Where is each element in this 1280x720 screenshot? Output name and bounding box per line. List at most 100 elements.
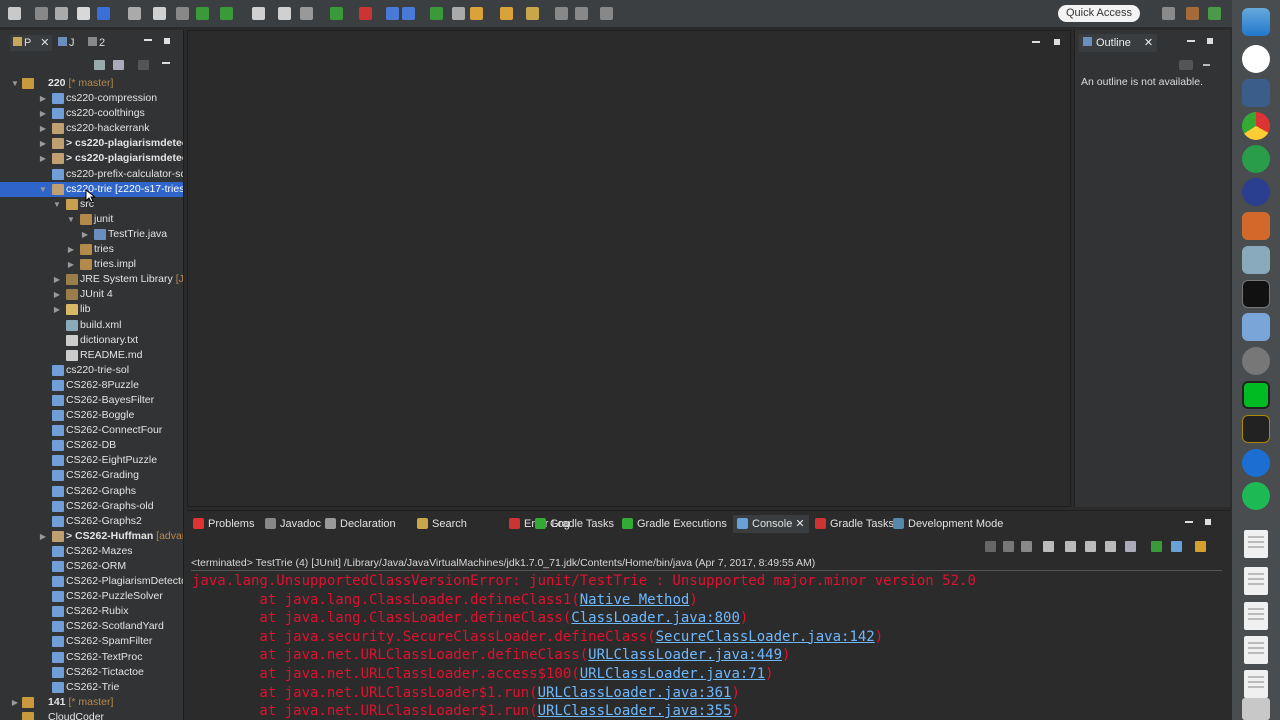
system-info-icon[interactable] [1242,313,1270,341]
tree-item[interactable]: CS262-TextProc [0,650,183,665]
tree-item[interactable]: cs220-prefix-calculator-sc [0,167,183,182]
chrome-icon[interactable] [1242,112,1270,140]
tab-javadoc[interactable]: Javadoc [265,515,321,533]
chevron-right-icon[interactable]: ▶ [38,91,48,106]
tree-item[interactable]: cs220-trie-sol [0,363,183,378]
chevron-right-icon[interactable]: ▶ [38,136,48,151]
tree-item[interactable]: ▼ junit [0,212,183,227]
tree-item[interactable]: CS262-Graphs2 [0,514,183,529]
console-tool-icon[interactable] [1171,541,1182,552]
tree-item[interactable]: CS262-Graphs-old [0,499,183,514]
console-tool-icon[interactable] [1105,541,1116,552]
maximize-icon[interactable] [1205,519,1211,525]
tree-item[interactable]: CS262-BayesFilter [0,393,183,408]
editor-area[interactable] [187,30,1071,507]
maximize-icon[interactable] [1207,38,1213,44]
tab-console[interactable]: Console ✕ [733,515,809,533]
toolbar-tool-icon[interactable] [330,7,343,20]
console-output[interactable]: java.lang.UnsupportedClassVersionError: … [192,572,976,720]
console-tool-icon[interactable] [1065,541,1076,552]
toolbar-tool-icon[interactable] [252,7,265,20]
chevron-right-icon[interactable]: ▶ [10,695,20,710]
document-icon[interactable] [1244,636,1268,664]
tree-item[interactable]: CS262-8Puzzle [0,378,183,393]
tab-gradle-tasks[interactable]: Gradle Tasks [815,515,894,533]
tree-item[interactable]: ▼ 220 [* master] [0,76,183,91]
toolbar-tool-icon[interactable] [176,7,189,20]
preview-icon[interactable] [1242,246,1270,274]
tree-item[interactable]: ▶ cs220-coolthings [0,106,183,121]
toolbar-tool-icon[interactable] [430,7,443,20]
console-tool-icon[interactable] [1043,541,1054,552]
tree-item[interactable]: ▶ lib [0,302,183,317]
tab-junit[interactable]: J [58,35,75,51]
document-icon[interactable] [1244,567,1268,595]
activity-monitor-icon[interactable] [1242,381,1270,409]
console-tool-icon[interactable] [1125,541,1136,552]
toolbar-tool-icon[interactable] [35,7,48,20]
toolbar-tool-icon[interactable] [128,7,141,20]
source-link[interactable]: SecureClassLoader.java:142 [656,629,875,645]
chevron-right-icon[interactable]: ▶ [52,302,62,317]
toolbar-tool-icon[interactable] [555,7,568,20]
tree-item[interactable]: CS262-ScotlandYard [0,619,183,634]
toolbar-tool-icon[interactable] [300,7,313,20]
tree-item[interactable]: ▶ cs220-hackerrank [0,121,183,136]
chevron-right-icon[interactable]: ▶ [52,287,62,302]
link-editor-icon[interactable] [113,60,124,70]
atom-icon[interactable] [1242,145,1270,173]
view-menu-icon[interactable] [162,62,170,64]
tab-gradle-tasks[interactable]: Gradle Tasks [535,515,614,533]
minimize-icon[interactable] [1032,41,1040,43]
source-link[interactable]: Native Method [580,592,690,608]
toolbar-tool-icon[interactable] [77,7,90,20]
tree-item[interactable]: CS262-PlagiarismDetector [0,574,183,589]
toolbar-tool-icon[interactable] [278,7,291,20]
tree-item[interactable]: CloudCoder [0,710,183,720]
toolbar-tool-icon[interactable] [359,7,372,20]
chevron-right-icon[interactable]: ▶ [38,151,48,166]
source-link[interactable]: URLClassLoader.java:71 [580,666,765,682]
minimize-icon[interactable] [144,39,152,41]
console-tool-icon[interactable] [985,541,996,552]
tree-item[interactable]: CS262-Grading [0,468,183,483]
toolbar-tool-icon[interactable] [196,7,209,20]
toolbar-tool-icon[interactable] [500,7,513,20]
chevron-right-icon[interactable]: ▶ [38,106,48,121]
close-icon[interactable]: ✕ [1144,37,1153,49]
source-link[interactable]: URLClassLoader.java:361 [538,685,732,701]
close-icon[interactable]: ✕ [792,518,804,530]
console-tool-icon[interactable] [1003,541,1014,552]
minimize-icon[interactable] [1185,521,1193,523]
console-tool-icon[interactable] [1151,541,1162,552]
debug-perspective-icon[interactable] [1208,7,1221,20]
toolbar-tool-icon[interactable] [97,7,110,20]
console-tool-icon[interactable] [1021,541,1032,552]
tree-item[interactable]: CS262-EightPuzzle [0,453,183,468]
document-icon[interactable] [1244,530,1268,558]
tree-item[interactable]: CS262-SpamFilter [0,634,183,649]
tree-item[interactable]: CS262-Boggle [0,408,183,423]
maximize-icon[interactable] [1054,39,1060,45]
tree-item[interactable]: CS262-Rubix [0,604,183,619]
finder-icon[interactable] [1242,8,1270,36]
toolbar-tool-icon[interactable] [600,7,613,20]
toolbar-tool-icon[interactable] [153,7,166,20]
eclipse-icon[interactable] [1242,178,1270,206]
toolbar-tool-icon[interactable] [220,7,233,20]
toolbar-tool-icon[interactable] [402,7,415,20]
console-tool-icon[interactable] [1195,541,1206,552]
terminal-icon[interactable] [1242,280,1270,308]
spotify-icon[interactable] [1242,482,1270,510]
tab-hierarchy[interactable]: 2 [88,35,105,51]
chevron-right-icon[interactable]: ▶ [38,529,48,544]
tree-item[interactable]: ▶ > cs220-plagiarismdetect [0,136,183,151]
tree-item[interactable]: ▶ JRE System Library [JavaSE [0,272,183,287]
system-preferences-icon[interactable] [1242,347,1270,375]
java-perspective-icon[interactable] [1186,7,1199,20]
tab-declaration[interactable]: Declaration [325,515,396,533]
quicktime-icon[interactable] [1242,449,1270,477]
tree-item[interactable]: CS262-Mazes [0,544,183,559]
document-icon[interactable] [1244,602,1268,630]
minimize-icon[interactable] [1187,40,1195,42]
